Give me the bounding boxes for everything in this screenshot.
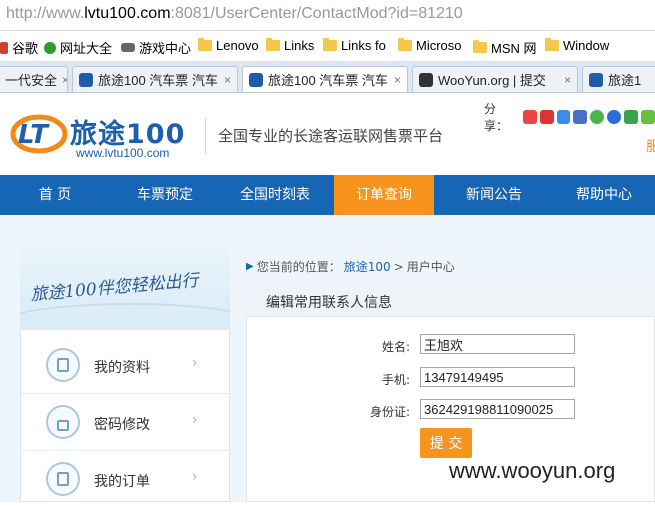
pengyou-icon[interactable] [607,110,622,124]
folder-icon [323,38,337,51]
logo-url: www.lvtu100.com [76,146,170,160]
bookmark-wangzhi[interactable]: 网址大全 [44,38,112,57]
name-input[interactable] [420,334,575,354]
sidebar-banner: 旅途100伴您轻松出行 [20,245,230,330]
name-label: 姓名: [381,340,410,354]
service-link[interactable]: 服 [646,136,655,156]
panel-title: 编辑常用联系人信息 [266,295,392,311]
sidebar-item-label: 密码修改 [94,417,150,433]
bookmarks-bar: 谷歌 网址大全 游戏中心 Lenovo Links Links fo Micro… [0,31,655,62]
chevron-right-icon: › [192,412,198,428]
bookmark-games[interactable]: 游戏中心 [121,38,191,57]
bookmark-links-for[interactable]: Links fo [323,38,386,53]
url-text[interactable]: http://www.lvtu100.com:8081/UserCenter/C… [6,5,463,23]
nav-help[interactable]: 帮助中心 [549,175,655,215]
bookmark-lenovo[interactable]: Lenovo [198,38,259,53]
tab-wooyun[interactable]: WooYun.org | 提交 × [412,66,578,92]
lock-icon [46,405,80,439]
idcard-input[interactable] [420,399,575,419]
submit-button[interactable]: 提 交 [420,428,472,458]
wooyun-favicon-icon [419,72,433,87]
bookmark-msn[interactable]: MSN 网 [473,38,537,57]
breadcrumb: ▶ 您当前的位置： 旅途100 > 用户中心 [246,258,455,275]
sidebar-item-my-profile[interactable]: 我的资料 › [20,338,230,394]
profile-doc-icon [46,348,80,382]
tab-strip: 一代安全× 旅途100 汽车票 汽车× 旅途100 汽车票 汽车× WooYun… [0,62,655,93]
close-icon[interactable]: × [564,73,571,87]
chevron-right-icon: › [192,355,198,371]
renren-icon[interactable] [573,110,588,124]
chevron-right-icon: › [192,469,198,485]
sidebar-item-label: 我的订单 [94,474,150,490]
weibo-icon[interactable] [539,110,554,124]
gamepad-icon [121,43,135,52]
more-share-icon[interactable] [641,110,655,124]
edit-order-icon [46,462,80,496]
panel-header: 编辑常用联系人信息 [246,285,655,317]
clover-icon[interactable] [624,110,639,124]
sidebar-item-my-orders[interactable]: 我的订单 › [20,452,230,508]
share-bar: 分享： [484,100,655,134]
phone-input[interactable] [420,367,575,387]
svg-text:LT: LT [18,120,50,150]
tab-lvtu-3[interactable]: 旅途1 [582,66,655,92]
bookmark-microsoft[interactable]: Microso [398,38,462,53]
close-icon[interactable]: × [394,73,401,87]
folder-icon [198,38,212,51]
tab-lvtu-1[interactable]: 旅途100 汽车票 汽车 × [72,66,238,92]
banner-slogan: 旅途100伴您轻松出行 [29,270,200,306]
lvtu-favicon-icon [249,72,263,87]
tab-security[interactable]: 一代安全× [0,66,68,92]
wechat-icon[interactable] [590,110,605,124]
plus-globe-icon [44,41,56,54]
phone-label: 手机: [381,373,410,387]
lvtu-favicon-icon [79,72,93,87]
close-icon[interactable]: × [224,73,231,87]
folder-icon [266,38,280,51]
address-bar[interactable]: http://www.lvtu100.com:8081/UserCenter/C… [0,0,655,31]
lvtu-favicon-icon [589,72,603,87]
breadcrumb-home-link[interactable]: 旅途100 [344,258,391,275]
site-slogan: 全国专业的长途客运联网售票平台 [205,118,443,154]
qzone-icon[interactable] [522,110,537,124]
bookmark-windows[interactable]: Window [545,38,609,53]
triangle-right-icon: ▶ [246,261,254,272]
google-icon [0,41,8,54]
watermark-text: www.wooyun.org [449,458,616,483]
folder-icon [473,40,487,53]
idcard-label: 身份证: [369,405,410,419]
lvtu-logo-icon: LT [10,114,68,154]
nav-timetable[interactable]: 全国时刻表 [220,175,330,215]
sidebar-item-password[interactable]: 密码修改 › [20,395,230,451]
breadcrumb-current: 用户中心 [406,260,455,274]
main-nav: 首 页 车票预定 全国时刻表 订单查询 新闻公告 帮助中心 [0,175,655,215]
nav-ticket-booking[interactable]: 车票预定 [110,175,220,215]
qq-weibo-icon[interactable] [556,110,571,124]
folder-icon [398,38,412,51]
share-label: 分享： [484,102,509,133]
bookmark-links[interactable]: Links [266,38,314,53]
nav-home[interactable]: 首 页 [0,175,110,215]
bookmark-google[interactable]: 谷歌 [0,38,38,57]
nav-order-query[interactable]: 订单查询 [334,175,434,215]
sidebar-item-label: 我的资料 [94,360,150,376]
tab-lvtu-2[interactable]: 旅途100 汽车票 汽车 × [242,66,408,92]
nav-news[interactable]: 新闻公告 [439,175,549,215]
folder-icon [545,38,559,51]
close-icon[interactable]: × [62,73,67,87]
